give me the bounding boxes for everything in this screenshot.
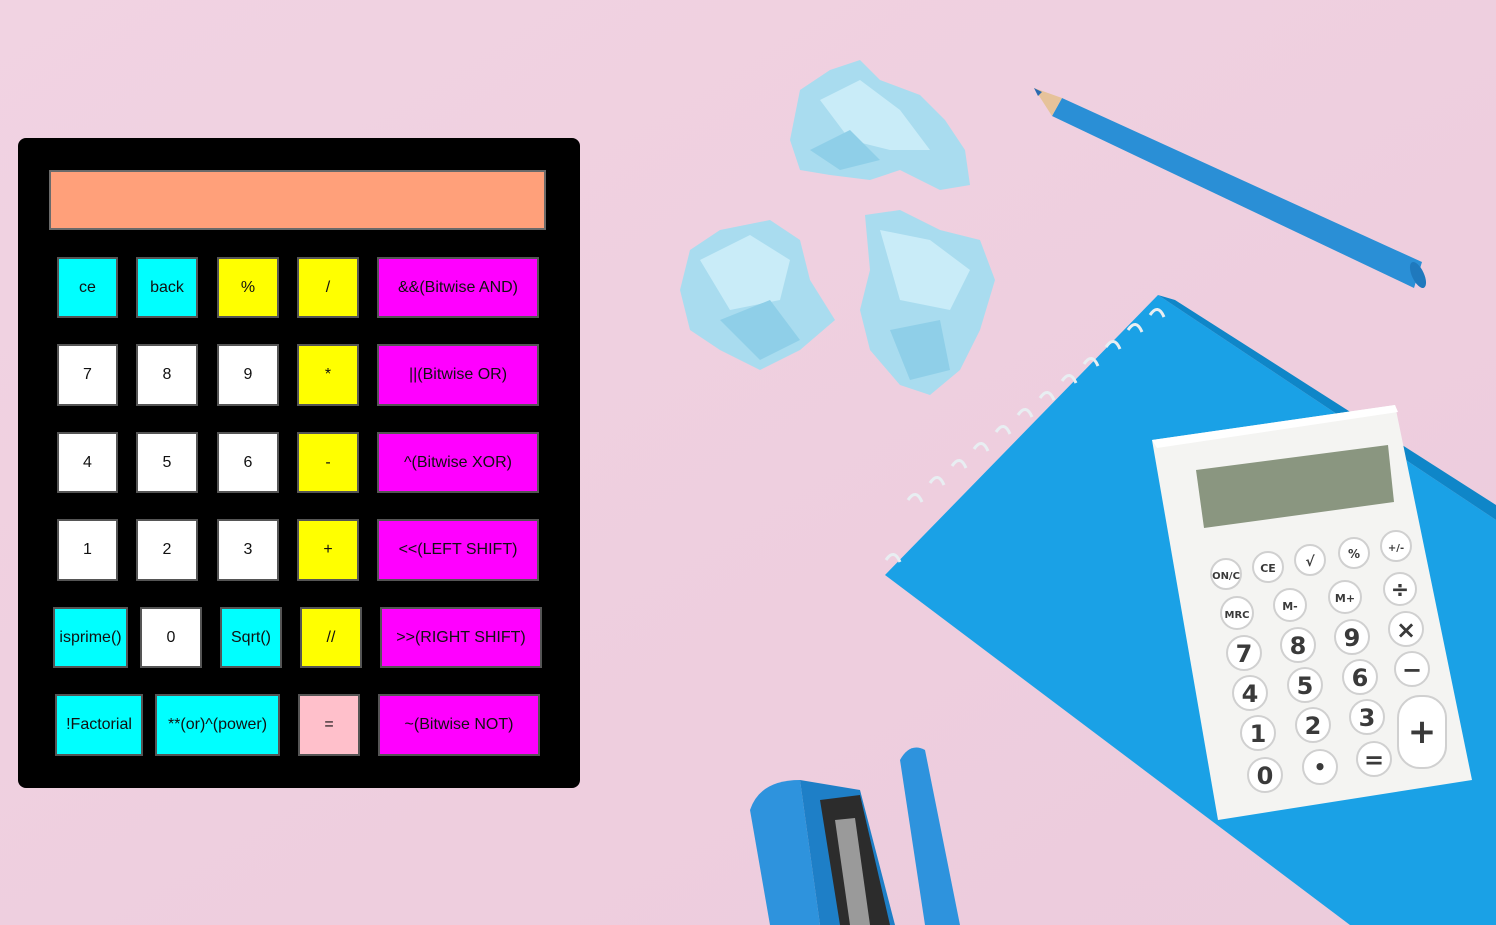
power-button[interactable]: **(or)^(power) — [155, 694, 280, 756]
svg-text:M+: M+ — [1335, 592, 1355, 605]
factorial-button[interactable]: !Factorial — [55, 694, 143, 756]
equals-button[interactable]: = — [298, 694, 360, 756]
digit-7-button[interactable]: 7 — [57, 344, 118, 406]
svg-text:7: 7 — [1236, 640, 1253, 668]
svg-text:+: + — [1408, 712, 1437, 752]
multiply-button[interactable]: * — [297, 344, 359, 406]
digit-4-button[interactable]: 4 — [57, 432, 118, 493]
svg-text:MRC: MRC — [1225, 610, 1250, 621]
left-shift-button[interactable]: <<(LEFT SHIFT) — [377, 519, 539, 581]
svg-text:2: 2 — [1305, 712, 1322, 740]
svg-text:•: • — [1314, 755, 1327, 779]
calculator-display[interactable] — [49, 170, 546, 230]
svg-text:%: % — [1348, 547, 1360, 561]
backspace-button[interactable]: back — [136, 257, 198, 318]
bitwise-and-button[interactable]: &&(Bitwise AND) — [377, 257, 539, 318]
svg-text:√: √ — [1305, 554, 1315, 570]
digit-2-button[interactable]: 2 — [136, 519, 198, 581]
svg-text:3: 3 — [1359, 704, 1376, 732]
svg-text:−: − — [1402, 656, 1422, 684]
digit-0-button[interactable]: 0 — [140, 607, 202, 668]
isprime-button[interactable]: isprime() — [53, 607, 128, 668]
sqrt-button[interactable]: Sqrt() — [220, 607, 282, 668]
svg-text:5: 5 — [1297, 672, 1314, 700]
svg-text:6: 6 — [1352, 664, 1369, 692]
digit-1-button[interactable]: 1 — [57, 519, 118, 581]
floor-divide-button[interactable]: // — [300, 607, 362, 668]
svg-text:÷: ÷ — [1391, 578, 1409, 603]
percent-button[interactable]: % — [217, 257, 279, 318]
digit-5-button[interactable]: 5 — [136, 432, 198, 493]
svg-text:9: 9 — [1344, 624, 1361, 652]
digit-9-button[interactable]: 9 — [217, 344, 279, 406]
svg-text:1: 1 — [1250, 720, 1267, 748]
svg-text:CE: CE — [1260, 562, 1276, 575]
bitwise-or-button[interactable]: ||(Bitwise OR) — [377, 344, 539, 406]
minus-button[interactable]: - — [297, 432, 359, 493]
digit-3-button[interactable]: 3 — [217, 519, 279, 581]
svg-text:ON/C: ON/C — [1212, 571, 1240, 582]
bitwise-not-button[interactable]: ~(Bitwise NOT) — [378, 694, 540, 756]
digit-8-button[interactable]: 8 — [136, 344, 198, 406]
divide-button[interactable]: / — [297, 257, 359, 318]
ce-button[interactable]: ce — [57, 257, 118, 318]
svg-text:4: 4 — [1242, 680, 1259, 708]
digit-6-button[interactable]: 6 — [217, 432, 279, 493]
svg-text:8: 8 — [1290, 632, 1307, 660]
bitwise-xor-button[interactable]: ^(Bitwise XOR) — [377, 432, 539, 493]
calculator-panel: ce back % / &&(Bitwise AND) 7 8 9 * ||(B… — [18, 138, 580, 788]
svg-text:=: = — [1364, 746, 1384, 774]
svg-text:×: × — [1396, 616, 1416, 644]
svg-text:M-: M- — [1282, 600, 1298, 613]
svg-text:0: 0 — [1257, 762, 1274, 790]
right-shift-button[interactable]: >>(RIGHT SHIFT) — [380, 607, 542, 668]
plus-button[interactable]: + — [297, 519, 359, 581]
svg-text:+/-: +/- — [1388, 543, 1404, 554]
